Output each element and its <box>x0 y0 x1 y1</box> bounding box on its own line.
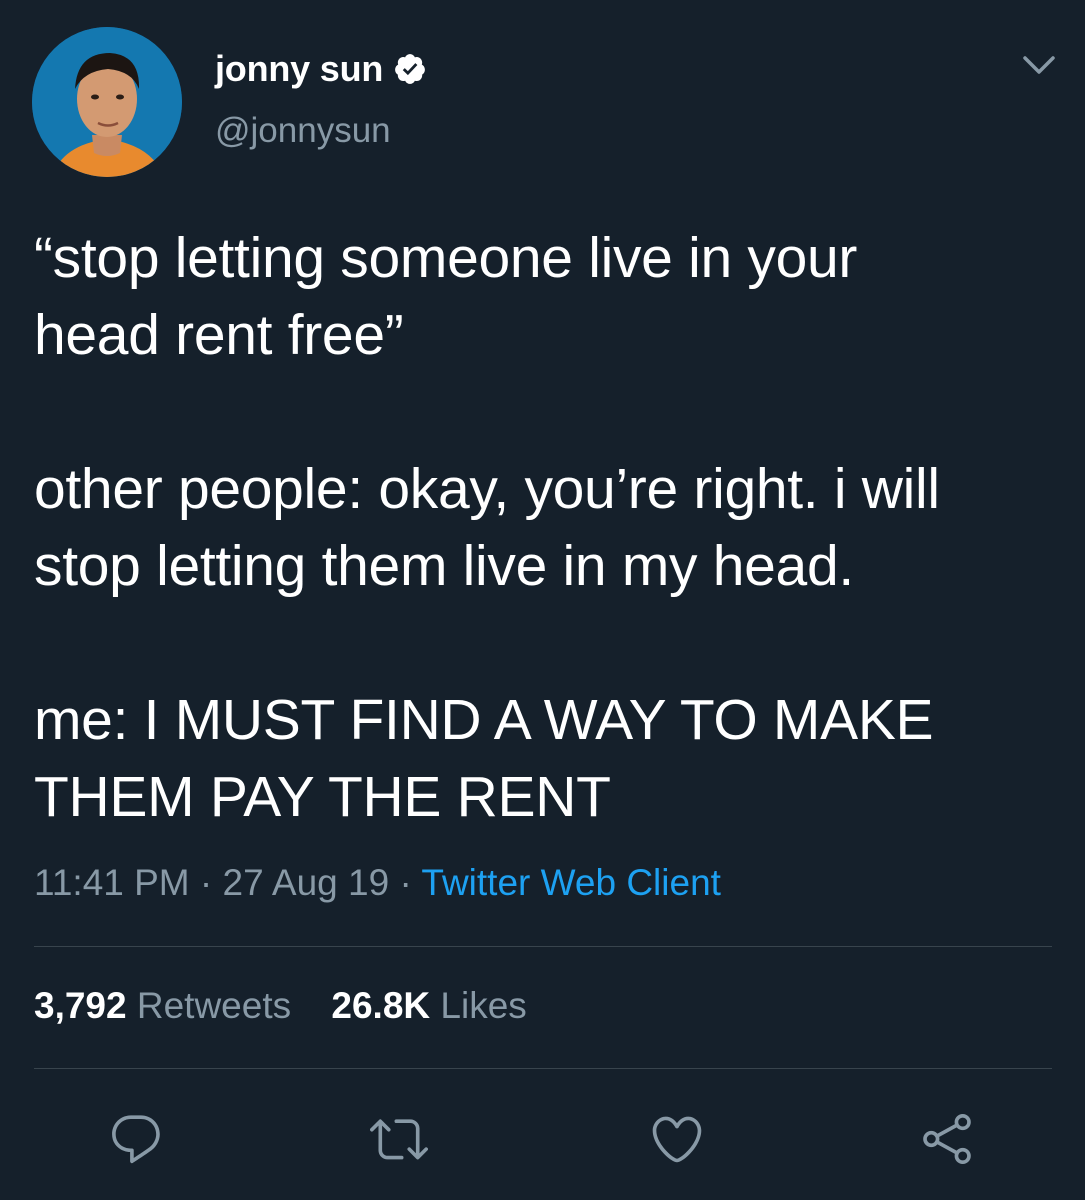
reply-icon[interactable] <box>107 1110 165 1168</box>
tweet-metadata: 11:41 PM · 27 Aug 19 · Twitter Web Clien… <box>34 862 721 904</box>
avatar-image <box>32 27 182 177</box>
author-block: jonny sun @jonnysun <box>215 45 427 151</box>
verified-badge-icon <box>393 52 427 86</box>
display-name[interactable]: jonny sun <box>215 48 383 90</box>
handle[interactable]: @jonnysun <box>215 111 427 151</box>
likes-count: 26.8K <box>331 985 431 1026</box>
likes-stat[interactable]: 26.8K Likes <box>331 985 526 1026</box>
tweet-date[interactable]: 27 Aug 19 <box>223 862 390 903</box>
tweet-text: “stop letting someone live in your head … <box>34 220 1054 836</box>
retweets-stat[interactable]: 3,792 Retweets <box>34 985 291 1026</box>
retweets-count: 3,792 <box>34 985 127 1026</box>
chevron-down-icon[interactable] <box>1021 52 1057 80</box>
tweet-paragraph: “stop letting someone live in your head … <box>34 226 858 367</box>
name-row: jonny sun <box>215 45 427 93</box>
action-bar <box>0 1110 1085 1170</box>
tweet-stats: 3,792 Retweets 26.8K Likes <box>34 985 557 1027</box>
likes-label: Likes <box>440 985 527 1026</box>
retweet-icon[interactable] <box>370 1110 428 1168</box>
tweet-paragraph: me: I MUST FIND A WAY TO MAKE THEM PAY T… <box>34 688 934 829</box>
divider <box>34 1068 1052 1069</box>
tweet-source-link[interactable]: Twitter Web Client <box>421 862 721 903</box>
heart-icon[interactable] <box>648 1110 706 1168</box>
meta-separator: · <box>389 862 422 903</box>
avatar[interactable] <box>32 27 182 177</box>
tweet-paragraph: other people: okay, you’re right. i will… <box>34 457 940 598</box>
meta-separator: · <box>189 862 223 903</box>
share-icon[interactable] <box>918 1110 976 1168</box>
tweet-time[interactable]: 11:41 PM <box>34 862 190 903</box>
divider <box>34 946 1052 947</box>
retweets-label: Retweets <box>136 985 292 1026</box>
tweet: jonny sun @jonnysun “stop letting someon… <box>0 0 1085 1200</box>
